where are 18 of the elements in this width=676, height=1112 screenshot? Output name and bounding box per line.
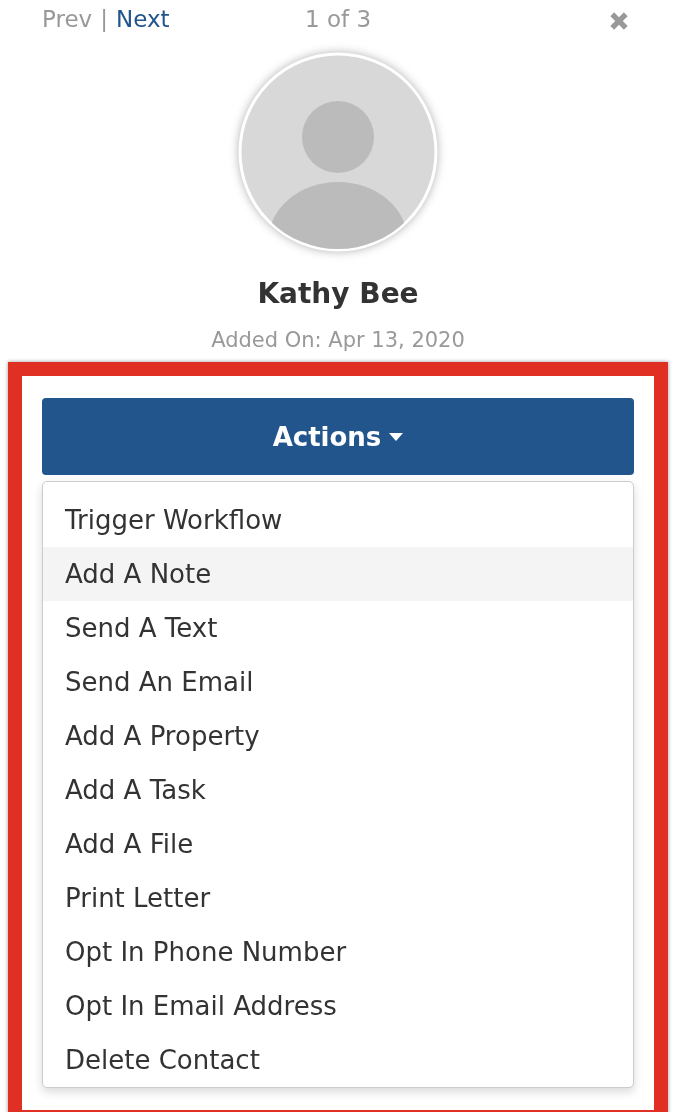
page-position: 1 of 3 [305, 6, 372, 32]
menu-item[interactable]: Send A Text [43, 601, 633, 655]
next-link[interactable]: Next [115, 6, 170, 32]
menu-item[interactable]: Opt In Email Address [43, 979, 633, 1033]
menu-item[interactable]: Trigger Workflow [43, 493, 633, 547]
menu-item[interactable]: Add A Note [43, 547, 633, 601]
separator: | [100, 6, 108, 32]
added-date: Added On: Apr 13, 2020 [210, 328, 466, 352]
menu-item[interactable]: Opt In Phone Number [43, 925, 633, 979]
menu-item[interactable]: Add A Property [43, 709, 633, 763]
menu-item[interactable]: Add A File [43, 817, 633, 871]
menu-item[interactable]: Add A Task [43, 763, 633, 817]
menu-item[interactable]: Send An Email [43, 655, 633, 709]
contact-name: Kathy Bee [256, 277, 420, 310]
menu-item[interactable]: Delete Contact [43, 1033, 633, 1087]
menu-item[interactable]: Print Letter [43, 871, 633, 925]
actions-button[interactable]: Actions [42, 398, 634, 475]
avatar-icon [238, 52, 438, 252]
